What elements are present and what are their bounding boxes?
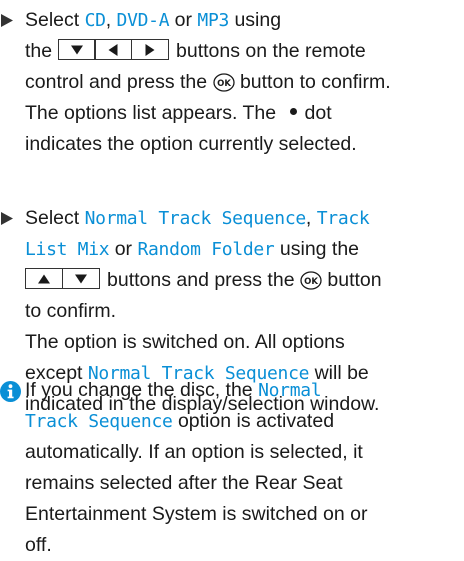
text-line: off. bbox=[25, 530, 464, 561]
option-keyword: Normal Track Sequence bbox=[84, 208, 307, 229]
text-run: dot bbox=[304, 102, 332, 124]
option-keyword: Normal bbox=[258, 380, 322, 401]
option-keyword: DVD-A bbox=[116, 10, 170, 31]
text-run: remains selected after the Rear Seat bbox=[25, 472, 343, 494]
text-line: Select CD, DVD-A or MP3 using bbox=[25, 5, 464, 36]
svg-text:OK: OK bbox=[304, 277, 318, 287]
bullet-triangle-icon bbox=[0, 5, 22, 36]
down-arrow-button-icon bbox=[61, 268, 100, 290]
down-arrow-button-icon bbox=[57, 39, 96, 61]
text-line: buttons and press the OK button bbox=[25, 265, 464, 296]
text-run: the bbox=[25, 40, 58, 62]
remote-buttons-group bbox=[25, 265, 100, 296]
step-1-text: Select CD, DVD-A or MP3 using the buttons… bbox=[25, 5, 464, 160]
option-keyword: Random Folder bbox=[137, 239, 275, 260]
text-run: The options list appears. The bbox=[25, 102, 282, 124]
right-arrow-button-icon bbox=[130, 39, 169, 61]
text-line: the buttons on the remote bbox=[25, 36, 464, 67]
text-run: Entertainment System is switched on or bbox=[25, 503, 368, 525]
text-run: to confirm. bbox=[25, 300, 117, 322]
text-run: using the bbox=[274, 238, 360, 260]
text-line: automatically. If an option is selected,… bbox=[25, 437, 464, 468]
svg-text:OK: OK bbox=[217, 79, 231, 89]
text-line: If you change the disc, the Normal bbox=[25, 375, 464, 406]
text-run: Select bbox=[25, 207, 85, 229]
text-line: control and press the OK button to confi… bbox=[25, 67, 464, 98]
text-run: automatically. If an option is selected,… bbox=[25, 441, 363, 463]
bullet-triangle-icon bbox=[0, 203, 22, 234]
up-arrow-button-icon bbox=[25, 268, 63, 290]
text-run: or bbox=[169, 9, 198, 31]
option-keyword: List Mix bbox=[25, 239, 110, 260]
option-keyword: MP3 bbox=[197, 10, 230, 31]
info-circle-icon bbox=[0, 375, 22, 406]
text-line: The options list appears. The dot bbox=[25, 98, 464, 129]
text-line: Entertainment System is switched on or bbox=[25, 499, 464, 530]
remote-buttons-group bbox=[57, 36, 169, 67]
text-run: , bbox=[105, 9, 117, 31]
option-keyword: Track bbox=[316, 208, 370, 229]
text-line: remains selected after the Rear Seat bbox=[25, 468, 464, 499]
text-run: button to confirm. bbox=[234, 71, 391, 93]
text-run: buttons on the remote bbox=[176, 40, 366, 62]
text-line: The option is switched on. All options bbox=[25, 327, 464, 358]
text-run: or bbox=[109, 238, 138, 260]
text-run: , bbox=[305, 207, 317, 229]
option-keyword: CD bbox=[84, 10, 106, 31]
text-run: If you change the disc, the bbox=[25, 379, 259, 401]
text-line: to confirm. bbox=[25, 296, 464, 327]
left-arrow-button-icon bbox=[94, 39, 133, 61]
text-run: button bbox=[321, 269, 382, 291]
text-run: option is activated bbox=[172, 410, 335, 432]
text-line: indicates the option currently selected. bbox=[25, 129, 464, 160]
text-run: using bbox=[229, 9, 282, 31]
text-run: indicates the option currently selected. bbox=[25, 133, 357, 155]
text-line: Track Sequence option is activated bbox=[25, 406, 464, 437]
text-run: control and press the bbox=[25, 71, 213, 93]
text-run: Select bbox=[25, 9, 85, 31]
text-run: off. bbox=[25, 534, 52, 556]
text-run: buttons and press the bbox=[107, 269, 300, 291]
ok-button-icon: OK bbox=[212, 71, 235, 92]
text-line: Select Normal Track Sequence, Track bbox=[25, 203, 464, 234]
info-note-text: If you change the disc, the Normal Track … bbox=[25, 375, 464, 561]
option-keyword: Track Sequence bbox=[25, 411, 173, 432]
text-line: List Mix or Random Folder using the bbox=[25, 234, 464, 265]
selection-dot-icon bbox=[289, 108, 297, 116]
ok-button-icon: OK bbox=[300, 269, 322, 290]
text-run: The option is switched on. All options bbox=[25, 331, 345, 353]
